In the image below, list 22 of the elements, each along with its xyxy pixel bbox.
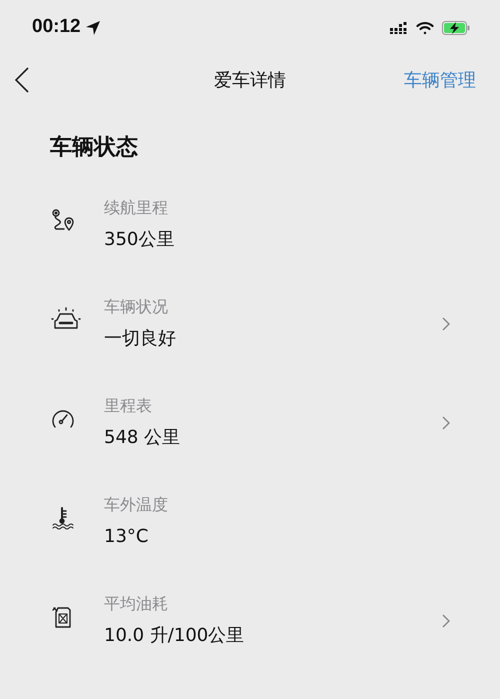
section-title: 车辆状态 (50, 134, 139, 162)
location-arrow-icon (84, 20, 101, 36)
battery-charging-icon (442, 20, 470, 34)
row-value: 548 公里 (104, 426, 182, 450)
vehicle-management-link[interactable]: 车辆管理 (404, 66, 476, 94)
chevron-right-icon (442, 416, 450, 430)
row-label: 车外温度 (104, 494, 169, 516)
row-label: 续航里程 (104, 197, 169, 219)
thermometer-icon (50, 505, 76, 531)
chevron-right-icon (442, 614, 450, 628)
signal-icon (390, 22, 408, 34)
row-label: 车辆状况 (104, 296, 169, 318)
status-time: 00:12 (32, 15, 81, 40)
row-label: 里程表 (104, 395, 153, 417)
wifi-icon (416, 20, 434, 34)
row-value: 350公里 (104, 228, 176, 252)
page-title: 爱车详情 (214, 68, 286, 92)
row-value: 一切良好 (104, 327, 177, 351)
row-value: 10.0 升/100公里 (104, 624, 246, 648)
row-label: 平均油耗 (104, 593, 169, 615)
row-value: 13°C (104, 525, 150, 549)
chevron-right-icon (442, 317, 450, 331)
